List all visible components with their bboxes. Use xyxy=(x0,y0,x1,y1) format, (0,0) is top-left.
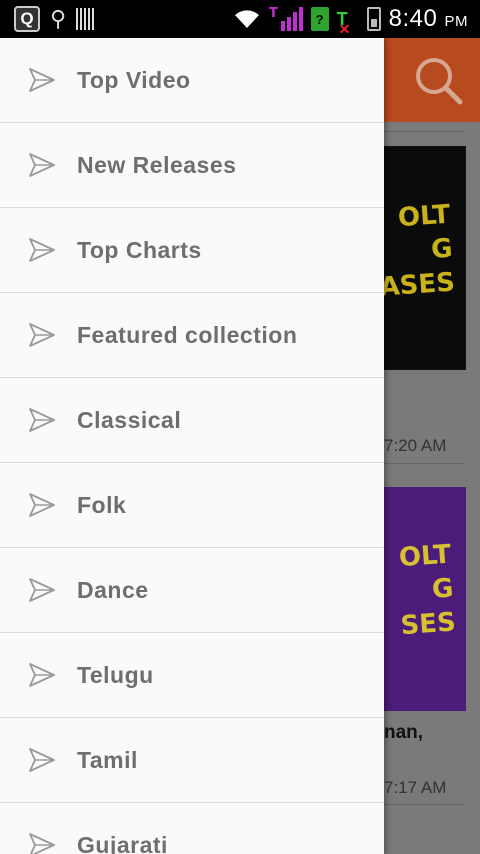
search-icon[interactable] xyxy=(412,54,464,106)
send-icon xyxy=(29,68,55,92)
send-icon xyxy=(29,748,55,772)
menu-item-label: Tamil xyxy=(77,746,138,773)
menu-item-label: Dance xyxy=(77,576,149,603)
menu-item[interactable]: New Releases xyxy=(0,123,384,208)
menu-item-label: Folk xyxy=(77,491,127,518)
send-icon xyxy=(29,833,55,854)
send-icon xyxy=(29,663,55,687)
menu-item[interactable]: Folk xyxy=(0,463,384,548)
send-icon xyxy=(29,323,55,347)
menu-item-label: Featured collection xyxy=(77,321,298,348)
menu-item[interactable]: Top Charts xyxy=(0,208,384,293)
status-bar: Q ⚲ T ? T ✕ 8:40 PM xyxy=(0,0,480,38)
q-app-icon: Q xyxy=(14,6,40,32)
menu-list: Top Video New Releases Top Charts Featured … xyxy=(0,38,384,854)
barcode-icon xyxy=(76,8,97,30)
menu-item[interactable]: Tamil xyxy=(0,718,384,803)
status-right-icons: T ? T ✕ 8:40 PM xyxy=(233,0,468,38)
menu-item[interactable]: Gujarati xyxy=(0,803,384,854)
title-snippet: nan, xyxy=(384,722,424,743)
divider xyxy=(384,804,464,805)
menu-item-label: Telugu xyxy=(77,661,154,688)
send-icon xyxy=(29,238,55,262)
menu-item-label: New Releases xyxy=(77,151,237,178)
svg-text:T: T xyxy=(269,6,278,21)
send-icon xyxy=(29,153,55,177)
signal-2-icon: T ✕ xyxy=(336,8,351,37)
clock: 8:40 PM xyxy=(388,5,468,32)
menu-item-label: Classical xyxy=(77,406,182,433)
menu-item-label: Gujarati xyxy=(77,831,168,854)
battery-icon xyxy=(366,7,381,31)
divider xyxy=(384,131,464,132)
send-icon xyxy=(29,408,55,432)
send-icon xyxy=(29,578,55,602)
signal-1-icon: T xyxy=(269,5,303,33)
menu-item[interactable]: Dance xyxy=(0,548,384,633)
navigation-drawer: Top Video New Releases Top Charts Featured … xyxy=(0,38,384,854)
menu-item[interactable]: Top Video xyxy=(0,38,384,123)
usb-icon: ⚲ xyxy=(50,6,67,31)
divider xyxy=(384,463,464,464)
menu-item[interactable]: Classical xyxy=(0,378,384,463)
sim-unknown-icon: ? xyxy=(310,7,329,31)
menu-item[interactable]: Featured collection xyxy=(0,293,384,378)
menu-item-label: Top Video xyxy=(77,66,191,93)
status-left-icons: Q ⚲ xyxy=(0,6,97,32)
wifi-icon xyxy=(233,8,261,30)
menu-item[interactable]: Telugu xyxy=(0,633,384,718)
timestamp-2: 7:17 AM xyxy=(384,778,447,797)
menu-item-label: Top Charts xyxy=(77,236,202,263)
send-icon xyxy=(29,493,55,517)
timestamp-1: 7:20 AM xyxy=(384,436,447,455)
